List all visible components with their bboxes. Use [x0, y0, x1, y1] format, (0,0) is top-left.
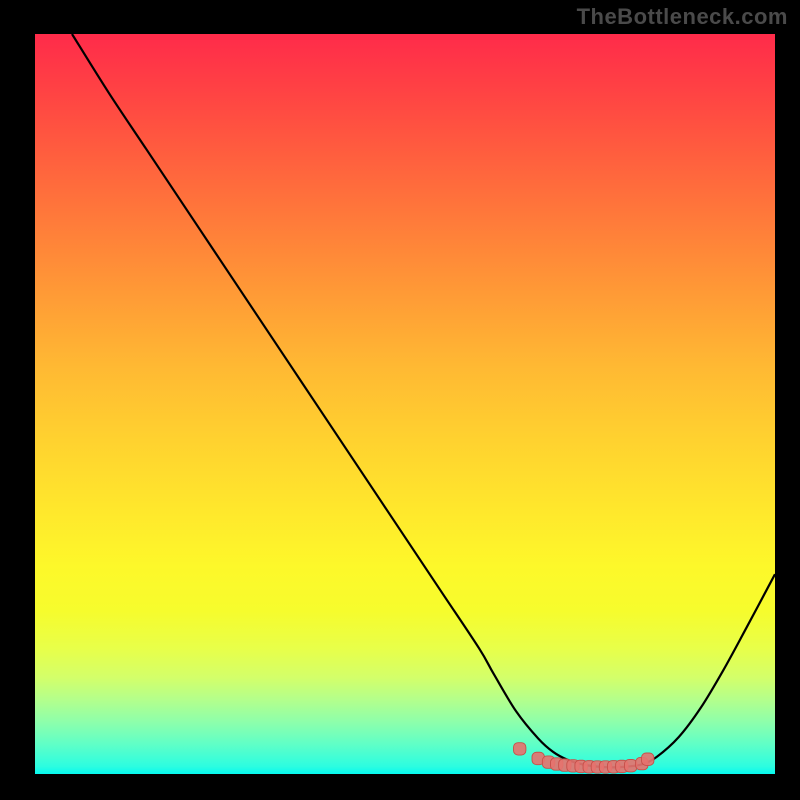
- marker-point: [642, 753, 654, 765]
- marker-point: [514, 743, 526, 755]
- marker-point: [625, 760, 637, 772]
- watermark-text: TheBottleneck.com: [577, 4, 788, 30]
- chart-frame: TheBottleneck.com: [0, 0, 800, 800]
- plot-area: [35, 34, 775, 774]
- optimal-markers: [35, 34, 775, 774]
